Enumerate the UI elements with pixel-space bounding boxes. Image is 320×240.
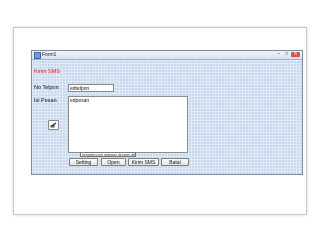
app-icon: [34, 52, 41, 59]
phone-input[interactable]: edtelpon: [68, 84, 114, 92]
title-bar[interactable]: Form1 – □ ✕: [32, 51, 302, 60]
message-label: Isi Pesan: [34, 98, 57, 104]
open-button[interactable]: Open: [101, 158, 126, 166]
cancel-button[interactable]: Batal: [161, 158, 189, 166]
tooltip: pengirim.com gateway dengan delphi: [80, 152, 136, 157]
phone-label: No Telpon: [34, 85, 59, 91]
maximize-button[interactable]: □: [283, 52, 290, 57]
close-button[interactable]: ✕: [291, 52, 300, 57]
setting-button[interactable]: Setting: [69, 158, 98, 166]
form-heading: Kirim SMS: [34, 69, 60, 75]
message-textarea[interactable]: edpesan: [68, 96, 188, 153]
minimize-button[interactable]: –: [275, 52, 282, 57]
app-window: Form1 – □ ✕ Kirim SMS No Telpon edtelpon…: [31, 50, 303, 175]
send-sms-button[interactable]: Kirim SMS: [128, 158, 159, 166]
edit-icon: [50, 122, 57, 128]
edit-button[interactable]: [48, 120, 59, 130]
window-title: Form1: [42, 52, 57, 58]
